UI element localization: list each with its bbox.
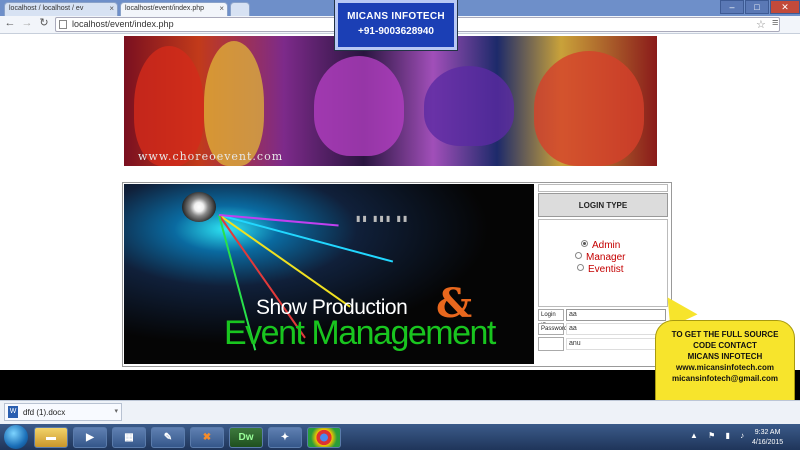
radio-button[interactable] bbox=[575, 252, 582, 259]
word-doc-icon: W bbox=[8, 406, 18, 418]
callout-line: www.micansinfotech.com bbox=[676, 363, 774, 372]
minimize-button[interactable]: – bbox=[720, 0, 744, 14]
tab-phpmyadmin[interactable]: localhost / localhost / ev × bbox=[4, 2, 118, 16]
role-manager[interactable]: Manager bbox=[575, 252, 625, 263]
download-item[interactable]: dfd (1).docx ▾ bbox=[4, 403, 122, 421]
hero-title-line2: Event Management bbox=[224, 314, 496, 352]
close-tab-icon[interactable]: × bbox=[219, 4, 224, 13]
xampp-icon[interactable]: ✖ bbox=[190, 427, 224, 448]
download-filename: dfd (1).docx bbox=[23, 408, 66, 417]
callout-line: CODE CONTACT bbox=[693, 341, 757, 350]
clock-time: 9:32 AM bbox=[754, 429, 781, 436]
hero-image: ▮▮ ▮▮▮ ▮▮ Show Production & Event Manage… bbox=[124, 184, 534, 364]
reload-icon[interactable]: ↻ bbox=[37, 17, 51, 31]
explorer-icon[interactable]: ▬ bbox=[34, 427, 68, 448]
role-label: Eventist bbox=[588, 264, 624, 275]
banner-image: www.choreoevent.com bbox=[124, 36, 657, 166]
stage-graphic: ▮▮ ▮▮▮ ▮▮ bbox=[356, 214, 410, 223]
banner-url-text: www.choreoevent.com bbox=[138, 150, 284, 163]
spotlight-graphic bbox=[182, 192, 216, 222]
start-button[interactable] bbox=[4, 425, 28, 449]
close-window-button[interactable]: ✕ bbox=[770, 0, 800, 14]
radio-button[interactable] bbox=[577, 264, 584, 271]
clock[interactable]: 9:32 AM 4/16/2015 bbox=[752, 428, 783, 448]
star-icon[interactable]: ☆ bbox=[756, 18, 766, 31]
password-label: Password bbox=[538, 323, 567, 335]
callout-line: MICANS INFOTECH bbox=[687, 352, 763, 361]
control-panel-icon[interactable]: ▦ bbox=[112, 427, 146, 448]
advert-phone: +91-9003628940 bbox=[358, 26, 434, 37]
page-icon bbox=[59, 20, 67, 29]
role-eventist[interactable]: Eventist bbox=[577, 264, 624, 275]
tab-event-index[interactable]: localhost/event/index.php × bbox=[120, 2, 228, 16]
chevron-down-icon[interactable]: ▾ bbox=[114, 407, 118, 415]
chrome-icon[interactable] bbox=[307, 427, 341, 448]
advert-company-name: MICANS INFOTECH bbox=[347, 11, 445, 22]
app-icon[interactable]: ✦ bbox=[268, 427, 302, 448]
maximize-button[interactable]: □ bbox=[745, 0, 769, 14]
login-id-label: Login ID bbox=[538, 309, 564, 329]
extra-field-label bbox=[538, 337, 564, 351]
login-type-title: LOGIN TYPE bbox=[538, 193, 668, 217]
callout-line: micansinfotech@gmail.com bbox=[671, 374, 779, 383]
close-tab-icon[interactable]: × bbox=[109, 4, 114, 13]
back-icon[interactable]: ← bbox=[3, 17, 17, 31]
radio-button[interactable] bbox=[581, 240, 588, 247]
password-input[interactable]: aa bbox=[566, 323, 666, 335]
login-id-input[interactable]: aa bbox=[566, 309, 666, 321]
extra-input[interactable]: anu bbox=[566, 338, 666, 350]
new-tab-button[interactable] bbox=[230, 2, 250, 16]
media-player-icon[interactable]: ▶ bbox=[73, 427, 107, 448]
tab-title: localhost/event/index.php bbox=[125, 5, 204, 12]
callout-line: TO GET THE FULL SOURCE bbox=[671, 330, 779, 339]
clock-date: 4/16/2015 bbox=[752, 439, 784, 446]
advert-box: MICANS INFOTECH +91-9003628940 bbox=[335, 0, 457, 50]
menu-icon[interactable]: ≡ bbox=[772, 17, 778, 29]
role-label: Admin bbox=[592, 240, 621, 251]
notepad-icon[interactable]: ✎ bbox=[151, 427, 185, 448]
role-admin[interactable]: Admin bbox=[581, 240, 620, 251]
dreamweaver-icon[interactable]: Dw bbox=[229, 427, 263, 448]
role-label: Manager bbox=[586, 252, 626, 263]
app-label: ✦ bbox=[280, 432, 290, 443]
system-tray-icons[interactable]: ▲ ⚑ ▮ ♪ bbox=[690, 431, 748, 440]
dreamweaver-label: Dw bbox=[238, 432, 254, 443]
url-text: localhost/event/index.php bbox=[72, 19, 174, 29]
login-header-strip bbox=[538, 184, 668, 192]
tab-title: localhost / localhost / ev bbox=[9, 5, 84, 12]
forward-icon[interactable]: → bbox=[20, 17, 34, 31]
role-options: Admin Manager Eventist bbox=[538, 219, 668, 307]
